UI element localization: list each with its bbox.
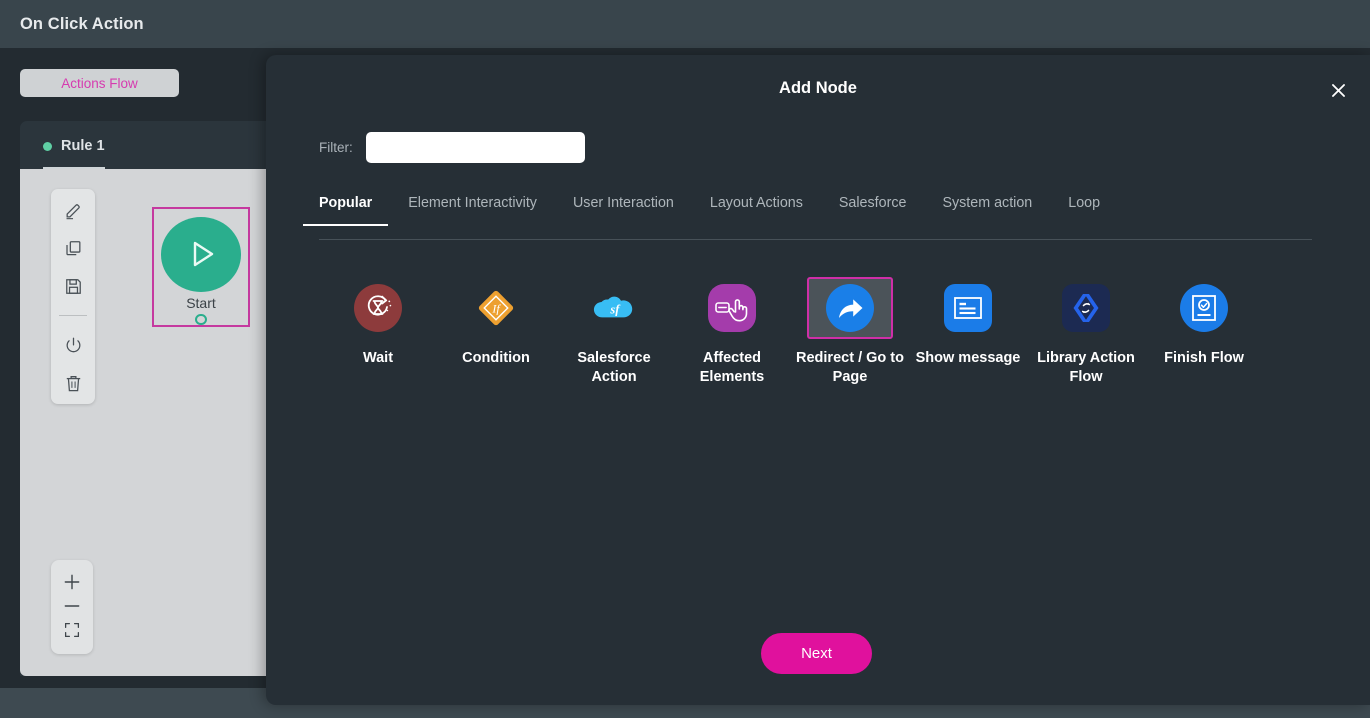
tab-salesforce[interactable]: Salesforce	[839, 195, 907, 225]
trash-icon[interactable]	[60, 372, 86, 394]
node-icon-container	[689, 277, 775, 339]
tab-popular[interactable]: Popular	[302, 195, 389, 226]
node-option-label: Affected Elements	[699, 350, 765, 385]
check-document-icon	[1180, 284, 1228, 332]
node-icon-container	[807, 277, 893, 339]
add-node-modal: Add Node Filter: Popular Element Interac…	[266, 55, 1370, 705]
node-option-redirect-go-to-page[interactable]: Redirect / Go to Page	[791, 277, 909, 387]
filter-row: Filter:	[319, 132, 585, 163]
start-node-label: Start	[186, 294, 216, 311]
modal-title: Add Node	[779, 79, 857, 97]
redirect-arrow-icon	[826, 284, 874, 332]
node-icon-container	[1161, 277, 1247, 339]
hand-pointer-icon	[708, 284, 756, 332]
node-icon-container: sf	[571, 277, 657, 339]
node-icon-container	[1043, 277, 1129, 339]
flow-node-start[interactable]: Start	[152, 207, 250, 327]
node-option-library-action-flow[interactable]: Library Action Flow	[1027, 277, 1145, 387]
power-icon[interactable]	[60, 334, 86, 356]
node-icon-container: If	[453, 277, 539, 339]
edit-icon[interactable]	[60, 199, 86, 221]
rule-status-dot	[43, 141, 52, 151]
node-icon-container	[335, 277, 421, 339]
node-option-label: Redirect / Go to Page	[796, 350, 904, 385]
app-root: On Click Action Actions Flow Rule 1 Star…	[0, 0, 1370, 718]
tab-layout-actions[interactable]: Layout Actions	[710, 195, 803, 225]
toolbar-divider	[59, 315, 87, 316]
tab-loop[interactable]: Loop	[1068, 195, 1100, 225]
node-option-salesforce-action[interactable]: sf Salesforce Action	[555, 277, 673, 387]
zoom-in-icon[interactable]	[60, 572, 84, 592]
node-option-finish-flow[interactable]: Finish Flow	[1145, 277, 1263, 387]
tab-rule-1[interactable]: Rule 1	[43, 122, 105, 169]
zoom-controls	[51, 560, 93, 654]
actions-flow-button[interactable]: Actions Flow	[20, 69, 179, 97]
start-node-output-port[interactable]	[195, 313, 207, 325]
message-box-icon	[944, 284, 992, 332]
next-button[interactable]: Next	[761, 633, 872, 674]
hourglass-refresh-icon	[354, 284, 402, 332]
canvas-toolbar	[51, 189, 95, 404]
zoom-out-icon[interactable]	[60, 601, 84, 611]
top-header: On Click Action	[0, 0, 1370, 48]
tab-element-interactivity[interactable]: Element Interactivity	[408, 195, 537, 225]
tab-user-interaction[interactable]: User Interaction	[573, 195, 674, 225]
close-icon[interactable]	[1323, 75, 1353, 105]
node-option-affected-elements[interactable]: Affected Elements	[673, 277, 791, 387]
code-brackets-icon	[1062, 284, 1110, 332]
search-input[interactable]	[365, 132, 585, 163]
salesforce-cloud-icon: sf	[590, 284, 638, 332]
filter-label: Filter:	[319, 140, 353, 155]
node-type-grid: Wait If Condition sf Salesforce Action A…	[319, 277, 1319, 387]
node-option-wait[interactable]: Wait	[319, 277, 437, 387]
rule-tab-label: Rule 1	[61, 138, 105, 154]
node-option-label: Library Action Flow	[1037, 350, 1135, 385]
page-title: On Click Action	[20, 14, 144, 33]
node-option-label: Show message	[915, 350, 1021, 366]
save-icon[interactable]	[60, 275, 86, 297]
tab-system-action[interactable]: System action	[942, 195, 1032, 225]
modal-tabs: Popular Element Interactivity User Inter…	[302, 195, 1312, 240]
node-option-label: Salesforce Action	[577, 350, 651, 385]
if-diamond-icon: If	[472, 284, 520, 332]
fit-screen-icon[interactable]	[60, 620, 84, 640]
node-option-show-message[interactable]: Show message	[909, 277, 1027, 387]
start-play-icon	[161, 217, 241, 292]
node-icon-container	[925, 277, 1011, 339]
node-option-label: Wait	[362, 350, 394, 366]
copy-icon[interactable]	[60, 237, 86, 259]
node-option-condition[interactable]: If Condition	[437, 277, 555, 387]
node-option-label: Condition	[462, 350, 530, 366]
node-option-label: Finish Flow	[1164, 350, 1244, 366]
